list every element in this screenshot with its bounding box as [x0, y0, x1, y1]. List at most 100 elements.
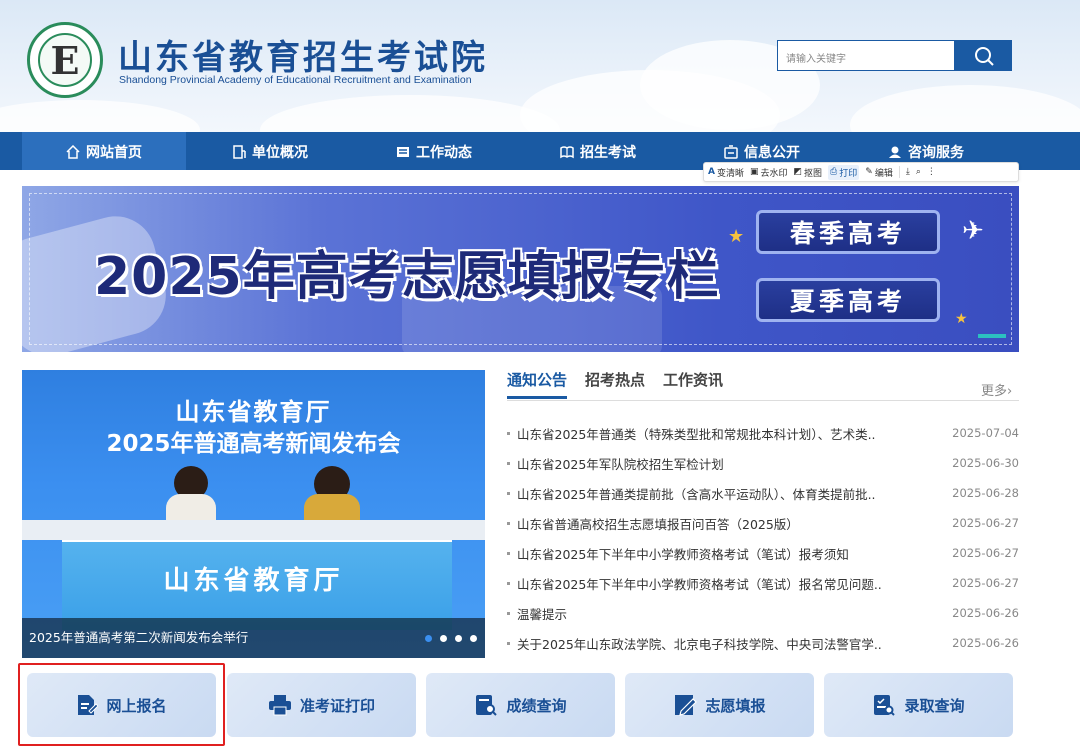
- news-title: 山东省普通高校招生志愿填报百问百答（2025版）: [517, 516, 799, 532]
- news-title: 山东省2025年军队院校招生军检计划: [517, 456, 724, 472]
- nav-label: 网站首页: [86, 145, 142, 161]
- quick-label: 成绩查询: [506, 696, 567, 715]
- tab-hot[interactable]: 招考热点: [585, 369, 645, 399]
- news-item[interactable]: 山东省2025年普通类提前批（含高水平运动队）、体育类提前批.. 2025-06-…: [507, 478, 1019, 508]
- score-search-icon: [476, 695, 498, 716]
- news-list: 山东省2025年普通类（特殊类型批和常规批本科计划）、艺术类.. 2025-07-…: [507, 418, 1019, 658]
- banner-indicator: [978, 334, 1006, 338]
- news-date: 2025-06-26: [952, 636, 1019, 650]
- enhance-icon: A: [708, 167, 715, 177]
- toolbar-divider: [898, 166, 900, 178]
- admission-query-button[interactable]: 录取查询: [824, 673, 1013, 737]
- toolbar-enhance[interactable]: A 变清晰: [708, 166, 744, 179]
- nav-label: 工作动态: [416, 145, 472, 161]
- more-link[interactable]: 更多›: [981, 380, 1012, 399]
- news-title: 山东省2025年下半年中小学教师资格考试（笔试）报考须知: [517, 546, 849, 562]
- download-icon[interactable]: ⤓: [906, 167, 910, 177]
- bullet-icon: [507, 491, 510, 495]
- nav-item-about[interactable]: 单位概况: [188, 132, 352, 170]
- news-item[interactable]: 山东省2025年军队院校招生军检计划 2025-06-30: [507, 448, 1019, 478]
- logo-letter: E: [38, 33, 92, 87]
- slider-dots: [425, 635, 477, 642]
- bullet-icon: [507, 461, 510, 465]
- info-icon: [724, 145, 738, 159]
- slider-dot[interactable]: [455, 635, 462, 642]
- zoom-icon[interactable]: ⌕: [916, 167, 921, 177]
- site-title[interactable]: 山东省教育招生考试院: [118, 30, 488, 79]
- site-logo[interactable]: E: [27, 22, 103, 98]
- slide-heading-1: 山东省教育厅: [175, 398, 332, 426]
- slider-dot[interactable]: [425, 635, 432, 642]
- star-icon: ★: [955, 311, 968, 327]
- nav-item-home[interactable]: 网站首页: [22, 132, 186, 170]
- nav-label: 招生考试: [580, 145, 636, 161]
- toolbar-watermark[interactable]: ▣ 去水印: [750, 166, 788, 179]
- image-toolbar: A 变清晰 ▣ 去水印 ◩ 抠图 ⎙ 打印 ✎ 编辑 ⤓ ⌕ ⋮: [703, 162, 1019, 182]
- quick-label: 录取查询: [904, 696, 965, 715]
- nav-label: 咨询服务: [908, 145, 964, 161]
- news-date: 2025-06-27: [952, 516, 1019, 530]
- podium-desk: [22, 520, 485, 540]
- nav-item-exams[interactable]: 招生考试: [516, 132, 680, 170]
- bullet-icon: [507, 641, 510, 645]
- quick-label: 志愿填报: [705, 696, 766, 715]
- search-input[interactable]: 请输入关键字: [777, 40, 955, 71]
- bullet-icon: [507, 611, 510, 615]
- news-date: 2025-06-26: [952, 606, 1019, 620]
- slide-heading-2: 2025年普通高考新闻发布会: [106, 431, 401, 457]
- headset-icon: [889, 146, 901, 158]
- toolbar-cutout[interactable]: ◩ 抠图: [794, 166, 823, 179]
- paper-plane-icon: ✈: [962, 216, 984, 246]
- news-item[interactable]: 山东省2025年下半年中小学教师资格考试（笔试）报名常见问题.. 2025-06-…: [507, 568, 1019, 598]
- news-title: 山东省2025年普通类提前批（含高水平运动队）、体育类提前批..: [517, 486, 876, 502]
- slide-caption[interactable]: 2025年普通高考第二次新闻发布会举行: [29, 627, 248, 646]
- tabs-divider: [507, 400, 1019, 401]
- selection-highlight: [18, 663, 225, 746]
- news-item[interactable]: 山东省普通高校招生志愿填报百问百答（2025版） 2025-06-27: [507, 508, 1019, 538]
- score-query-button[interactable]: 成绩查询: [426, 673, 615, 737]
- watermark-icon: ▣: [749, 167, 759, 177]
- bullet-icon: [507, 581, 510, 585]
- news-item[interactable]: 关于2025年山东政法学院、北京电子科技学院、中央司法警官学.. 2025-06-…: [507, 628, 1019, 658]
- print-icon: ⎙: [830, 167, 838, 177]
- news-date: 2025-06-27: [952, 546, 1019, 560]
- home-icon: [66, 145, 80, 159]
- volunteer-edit-icon: [675, 695, 698, 716]
- news-date: 2025-07-04: [952, 426, 1019, 440]
- site-subtitle: Shandong Provincial Academy of Education…: [119, 74, 472, 86]
- star-icon: ★: [728, 226, 745, 247]
- toolbar-edit[interactable]: ✎ 编辑: [865, 166, 893, 179]
- banner-title: 2025年高考志愿填报专栏: [94, 247, 720, 307]
- volunteer-banner[interactable]: 2025年高考志愿填报专栏 ★ ★ ✈ 春季高考 夏季高考: [22, 186, 1019, 352]
- news-item[interactable]: 温馨提示 2025-06-26: [507, 598, 1019, 628]
- cutout-icon: ◩: [793, 167, 803, 177]
- news-item[interactable]: 山东省2025年下半年中小学教师资格考试（笔试）报考须知 2025-06-27: [507, 538, 1019, 568]
- more-icon[interactable]: ⋮: [927, 167, 936, 177]
- slider-dot[interactable]: [470, 635, 477, 642]
- news-title: 温馨提示: [517, 606, 568, 622]
- slider-dot[interactable]: [440, 635, 447, 642]
- search-icon: [974, 46, 994, 66]
- news-title: 山东省2025年普通类（特殊类型批和常规批本科计划）、艺术类..: [517, 426, 876, 442]
- nav-item-news[interactable]: 工作动态: [352, 132, 516, 170]
- news-tabs: 通知公告 招考热点 工作资讯: [507, 369, 723, 399]
- volunteer-fill-button[interactable]: 志愿填报: [625, 673, 814, 737]
- news-item[interactable]: 山东省2025年普通类（特殊类型批和常规批本科计划）、艺术类.. 2025-07-…: [507, 418, 1019, 448]
- admission-ticket-print-button[interactable]: 准考证打印: [227, 673, 416, 737]
- news-date: 2025-06-28: [952, 486, 1019, 500]
- news-slider[interactable]: 山东省教育厅 2025年普通高考新闻发布会 山东省教育厅 2025年普通高考第二…: [22, 370, 485, 658]
- news-title: 关于2025年山东政法学院、北京电子科技学院、中央司法警官学..: [517, 636, 882, 652]
- tab-notices[interactable]: 通知公告: [507, 369, 568, 399]
- bullet-icon: [507, 431, 510, 435]
- news-date: 2025-06-27: [952, 576, 1019, 590]
- search-button[interactable]: [955, 40, 1012, 71]
- tab-work[interactable]: 工作资讯: [663, 369, 723, 399]
- quick-label: 准考证打印: [299, 696, 375, 715]
- edit-icon: ✎: [865, 167, 873, 177]
- spring-exam-button[interactable]: 春季高考: [756, 210, 940, 254]
- bullet-icon: [507, 551, 510, 555]
- chevron-right-icon: ›: [1007, 384, 1013, 399]
- summer-exam-button[interactable]: 夏季高考: [756, 278, 940, 322]
- nav-label: 信息公开: [744, 145, 800, 161]
- toolbar-print[interactable]: ⎙ 打印: [828, 164, 860, 180]
